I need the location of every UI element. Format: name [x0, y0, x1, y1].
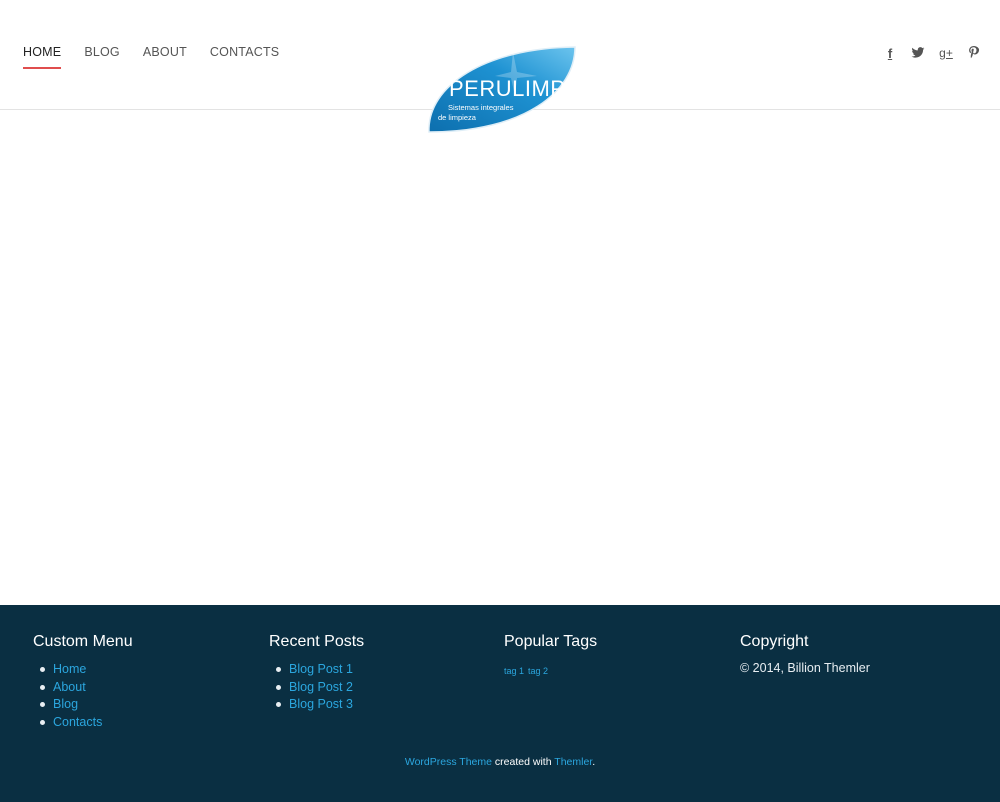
nav-item-home[interactable]: HOME [23, 45, 62, 69]
site-footer: Custom Menu Home About Blog Contacts Rec… [0, 605, 1000, 802]
main-nav: HOME BLOG ABOUT CONTACTS [23, 45, 302, 69]
tag-link[interactable]: tag 2 [528, 666, 548, 676]
footer-popular-tags: Popular Tags tag 1 tag 2 [504, 633, 724, 679]
footer-recent-posts: Recent Posts Blog Post 1 Blog Post 2 Blo… [269, 633, 489, 714]
footer-link-about[interactable]: About [53, 680, 86, 694]
copyright-text: © 2014, Billion Themler [740, 661, 870, 675]
recent-posts-title: Recent Posts [269, 633, 365, 650]
footer-credit: WordPress Theme created with Themler. [0, 756, 1000, 768]
credit-text: created with [494, 756, 552, 768]
list-item: Blog Post 2 [269, 679, 489, 697]
recent-post-link[interactable]: Blog Post 2 [289, 680, 353, 694]
main-content [0, 110, 1000, 605]
site-logo[interactable]: PERULIMP Sistemas integrales de limpieza [425, 46, 577, 134]
google-plus-icon[interactable]: g+ [936, 45, 956, 61]
facebook-icon[interactable]: f [880, 45, 900, 61]
nav-item-about[interactable]: ABOUT [143, 45, 187, 69]
logo-tagline-2: de limpieza [438, 113, 477, 122]
logo-tagline-1: Sistemas integrales [448, 103, 514, 112]
list-item: Contacts [33, 714, 253, 732]
list-item: Home [33, 661, 253, 679]
social-links: f g+ [872, 45, 984, 61]
wordpress-theme-link[interactable]: WordPress Theme [405, 756, 492, 768]
recent-post-link[interactable]: Blog Post 1 [289, 662, 353, 676]
twitter-icon[interactable] [908, 45, 928, 61]
footer-link-home[interactable]: Home [53, 662, 86, 676]
pinterest-icon[interactable] [964, 45, 984, 61]
list-item: Blog [33, 696, 253, 714]
credit-period: . [592, 756, 596, 768]
list-item: Blog Post 1 [269, 661, 489, 679]
footer-custom-menu: Custom Menu Home About Blog Contacts [33, 633, 253, 731]
popular-tags-title: Popular Tags [504, 633, 598, 650]
copyright-title: Copyright [740, 633, 809, 650]
recent-post-link[interactable]: Blog Post 3 [289, 697, 353, 711]
nav-item-contacts[interactable]: CONTACTS [210, 45, 279, 69]
footer-link-blog[interactable]: Blog [53, 697, 78, 711]
custom-menu-title: Custom Menu [33, 633, 133, 650]
list-item: About [33, 679, 253, 697]
nav-item-blog[interactable]: BLOG [84, 45, 120, 69]
perulimp-logo: PERULIMP Sistemas integrales de limpieza [428, 46, 576, 133]
tag-link[interactable]: tag 1 [504, 666, 524, 676]
site-header: HOME BLOG ABOUT CONTACTS PERULIMP Sistem… [0, 0, 1000, 133]
footer-copyright: Copyright © 2014, Billion Themler [740, 633, 960, 675]
logo-title: PERULIMP [449, 76, 565, 101]
themler-link[interactable]: Themler [554, 756, 592, 768]
list-item: Blog Post 3 [269, 696, 489, 714]
footer-link-contacts[interactable]: Contacts [53, 715, 102, 729]
